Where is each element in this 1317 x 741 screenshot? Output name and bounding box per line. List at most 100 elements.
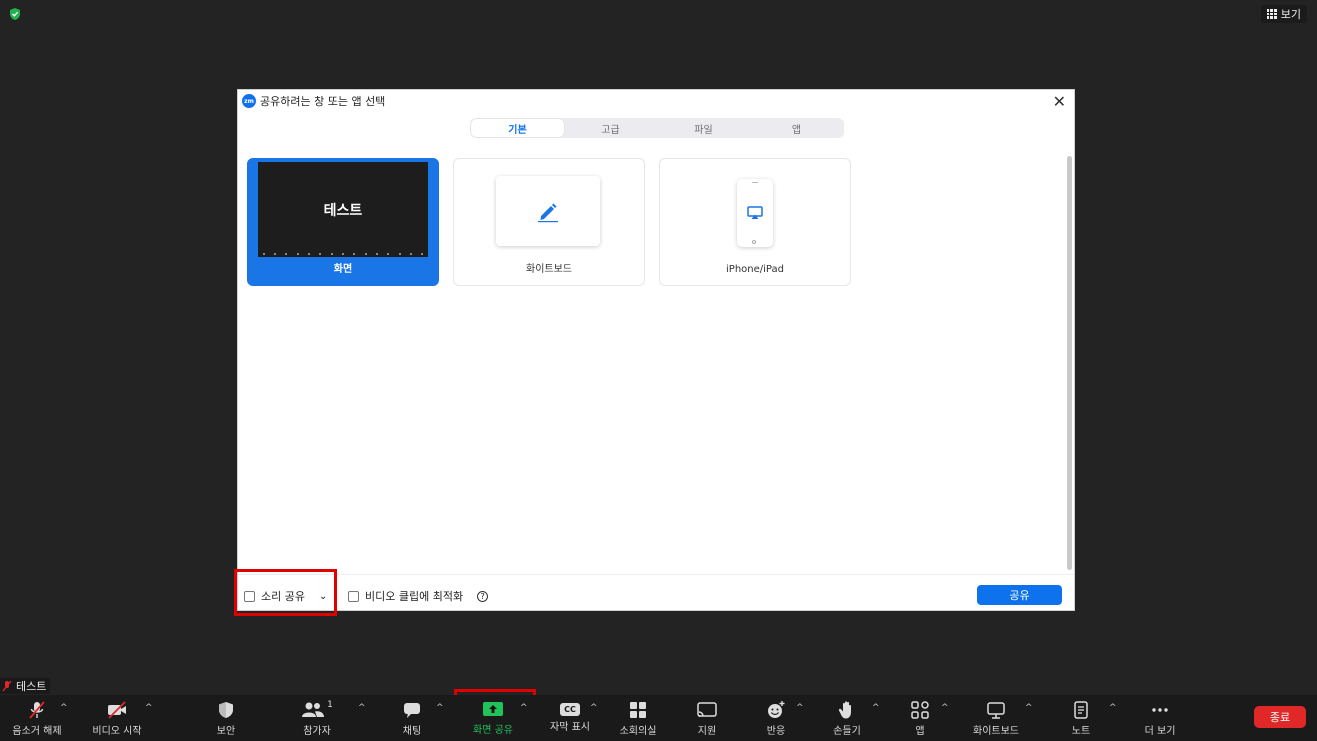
mic-muted-icon [2,680,12,692]
chat-icon [404,702,420,718]
toolbar-label: 보안 [216,725,236,737]
zoom-logo-icon: zm [242,94,256,108]
share-screen-caret-icon[interactable]: ^ [520,703,528,713]
optimize-video-option[interactable]: 비디오 클립에 최적화 ? [348,588,489,604]
chat-button[interactable]: 채팅 [394,695,430,741]
closed-captions-icon: CC [560,703,580,716]
raise-hand-button[interactable]: 손들기 [828,695,866,741]
participants-button[interactable]: 1 참가자 [292,695,342,741]
share-screen-button[interactable]: 화면 공유 [462,695,524,741]
toolbar-label: 더 보기 [1144,725,1176,737]
breakout-rooms-button[interactable]: 소회의실 [614,695,662,741]
share-screen-icon [483,701,503,716]
toolbar-label: 화면 공유 [473,724,513,736]
airplay-icon [747,206,763,219]
help-icon[interactable]: ? [477,590,489,602]
meeting-toolbar: 음소거 해제 ^ 비디오 시작 ^ 보안 1 참가자 ^ 채팅 ^ 화면 공유 … [0,695,1317,741]
apps-icon [911,700,929,719]
video-caret-icon[interactable]: ^ [145,703,153,713]
self-view-name: 테스트 [16,680,47,693]
thumbnail-toolbar [258,251,428,257]
toolbar-label: 화이트보드 [973,725,1019,737]
pen-icon [538,203,558,223]
whiteboard-button[interactable]: 화이트보드 [966,695,1026,741]
whiteboard-icon [987,701,1005,719]
security-shield-icon [10,8,20,20]
captions-button[interactable]: CC 자막 표시 [544,695,596,741]
share-option-iphone-ipad[interactable]: iPhone/iPad [659,158,851,286]
chat-caret-icon[interactable]: ^ [436,703,444,713]
breakout-rooms-icon [630,701,646,718]
tab-apps[interactable]: 앱 [750,119,843,137]
optimize-video-label: 비디오 클립에 최적화 [365,590,464,603]
unmute-caret-icon[interactable]: ^ [60,703,68,713]
share-button[interactable]: 공유 [977,585,1062,605]
apps-caret-icon[interactable]: ^ [941,703,949,713]
hand-icon [838,700,851,718]
toolbar-label: 지원 [697,725,717,737]
more-dots-icon [1152,707,1168,712]
tab-advanced[interactable]: 고급 [564,119,657,137]
participants-caret-icon[interactable]: ^ [358,703,366,713]
more-button[interactable]: 더 보기 [1140,695,1180,741]
toolbar-label: 채팅 [402,725,422,737]
notes-caret-icon[interactable]: ^ [1109,703,1117,713]
start-video-button[interactable]: 비디오 시작 [86,695,148,741]
share-audio-dropdown-icon[interactable]: ⌄ [319,591,327,602]
footer-divider [238,574,1074,575]
share-option-label: 화이트보드 [526,264,572,275]
share-option-label: iPhone/iPad [726,264,784,275]
captions-caret-icon[interactable]: ^ [590,703,598,713]
toolbar-label: 자막 표시 [550,722,590,733]
screen-thumbnail-text: 테스트 [323,202,363,219]
participants-icon [302,702,325,717]
participant-count: 1 [327,699,333,710]
share-tabs: 기본 고급 파일 앱 [470,118,844,138]
tab-basic[interactable]: 기본 [471,119,564,137]
close-icon[interactable]: ✕ [1053,92,1066,111]
toolbar-label: 참가자 [303,725,331,737]
toolbar-label: 음소거 해제 [12,725,62,737]
toolbar-label: 앱 [915,725,925,737]
scrollbar[interactable] [1067,156,1072,570]
tab-files[interactable]: 파일 [657,119,750,137]
whiteboard-caret-icon[interactable]: ^ [1025,703,1033,713]
optimize-video-checkbox[interactable] [348,590,359,602]
emoji-icon [768,700,785,718]
mic-muted-icon [29,700,45,719]
security-button[interactable]: 보안 [206,695,246,741]
share-audio-label: 소리 공유 [261,590,305,603]
reactions-caret-icon[interactable]: ^ [796,703,804,713]
toolbar-label: 손들기 [833,725,861,737]
dialog-title: 공유하려는 창 또는 앱 선택 [260,95,386,108]
share-option-screen[interactable]: 테스트 화면 [247,158,439,286]
share-audio-option[interactable]: 소리 공유 ⌄ [244,588,327,604]
share-option-label: 화면 [333,264,353,275]
view-label: 보기 [1280,8,1301,21]
toolbar-label: 소회의실 [619,725,657,737]
share-audio-checkbox[interactable] [244,590,255,602]
unmute-button[interactable]: 음소거 해제 [6,695,68,741]
notes-button[interactable]: 노트 [1066,695,1096,741]
shield-icon [219,701,233,718]
apps-button[interactable]: 앱 [906,695,934,741]
support-button[interactable]: 지원 [690,695,724,741]
toolbar-label: 노트 [1071,725,1091,737]
self-view-label: 테스트 [0,678,51,694]
view-button[interactable]: 보기 [1260,5,1307,23]
end-meeting-button[interactable]: 종료 [1254,706,1306,728]
toolbar-label: 비디오 시작 [92,725,142,737]
notes-icon [1074,700,1088,719]
reactions-button[interactable]: 반응 [760,695,792,741]
share-option-whiteboard[interactable]: 화이트보드 [453,158,645,286]
grid-icon [1266,9,1277,19]
toolbar-label: 반응 [766,725,786,737]
phone-preview [737,179,773,247]
cast-icon [697,701,717,717]
screen-thumbnail: 테스트 [258,162,428,257]
video-off-icon [108,700,126,719]
dialog-title-bar: zm 공유하려는 창 또는 앱 선택 [242,93,385,109]
whiteboard-preview [496,176,600,246]
share-dialog: zm 공유하려는 창 또는 앱 선택 ✕ 기본 고급 파일 앱 테스트 화면 화… [237,89,1075,611]
raise-hand-caret-icon[interactable]: ^ [872,703,880,713]
